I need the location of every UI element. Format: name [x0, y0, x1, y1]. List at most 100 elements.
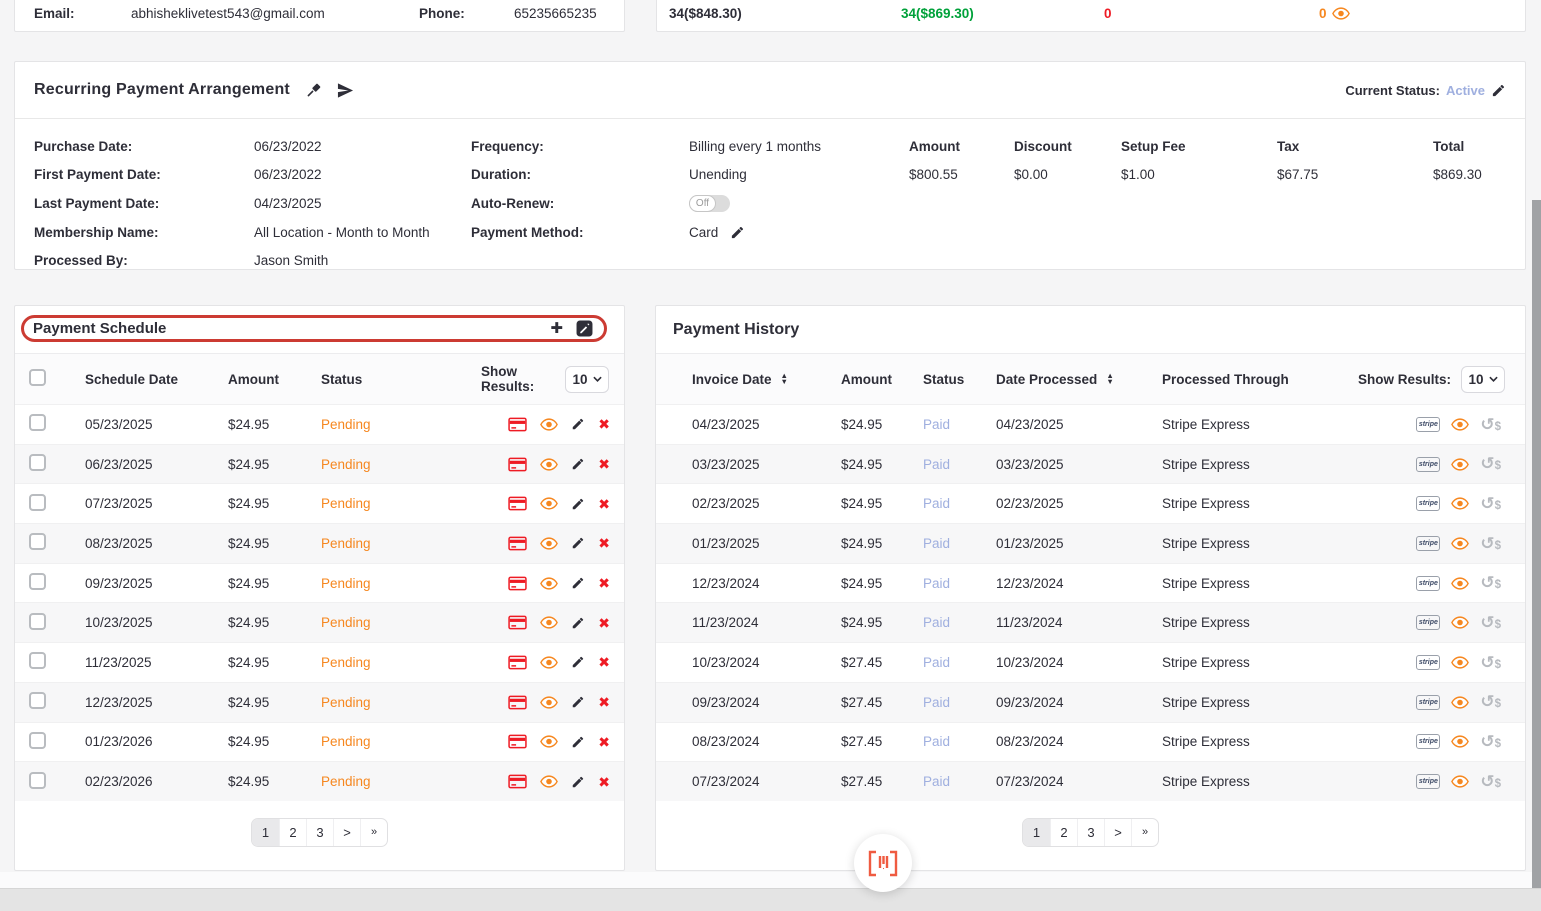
delete-icon[interactable]: ✖ — [598, 417, 610, 431]
delete-icon[interactable]: ✖ — [598, 735, 610, 749]
view-icon[interactable] — [1451, 775, 1469, 788]
view-icon[interactable] — [540, 418, 558, 431]
view-icon[interactable] — [540, 696, 558, 709]
edit-payment-method-icon[interactable] — [730, 225, 745, 240]
edit-icon[interactable] — [571, 536, 585, 550]
view-icon[interactable] — [1451, 497, 1469, 510]
page-button[interactable]: > — [333, 819, 360, 846]
row-checkbox[interactable] — [29, 613, 46, 630]
charge-card-icon[interactable] — [508, 457, 527, 472]
delete-icon[interactable]: ✖ — [598, 695, 610, 709]
refund-icon[interactable]: ↺$ — [1480, 416, 1501, 434]
page-button[interactable]: 3 — [306, 819, 333, 846]
page-button[interactable]: 1 — [252, 819, 279, 846]
edit-schedule-icon[interactable] — [576, 320, 593, 337]
edit-icon[interactable] — [571, 655, 585, 669]
page-button[interactable]: 2 — [1050, 819, 1077, 846]
stripe-icon[interactable]: stripe — [1416, 496, 1440, 511]
charge-card-icon[interactable] — [508, 496, 527, 511]
charge-card-icon[interactable] — [508, 576, 527, 591]
stripe-icon[interactable]: stripe — [1416, 417, 1440, 432]
view-icon[interactable] — [1451, 418, 1469, 431]
delete-icon[interactable]: ✖ — [598, 497, 610, 511]
show-results-select[interactable]: 10 — [1461, 366, 1505, 393]
view-icon[interactable] — [1451, 577, 1469, 590]
view-icon[interactable] — [1451, 458, 1469, 471]
page-button[interactable]: 3 — [1077, 819, 1104, 846]
edit-icon[interactable] — [571, 417, 585, 431]
edit-icon[interactable] — [571, 616, 585, 630]
view-icon[interactable] — [540, 656, 558, 669]
row-checkbox[interactable] — [29, 414, 46, 431]
view-icon[interactable] — [540, 577, 558, 590]
show-results-select[interactable]: 10 — [565, 366, 609, 393]
charge-card-icon[interactable] — [508, 655, 527, 670]
edit-icon[interactable] — [571, 695, 585, 709]
view-icon[interactable] — [1451, 696, 1469, 709]
delete-icon[interactable]: ✖ — [598, 536, 610, 550]
page-button[interactable]: » — [1131, 819, 1158, 846]
row-checkbox[interactable] — [29, 533, 46, 550]
charge-card-icon[interactable] — [508, 536, 527, 551]
stripe-icon[interactable]: stripe — [1416, 734, 1440, 749]
refund-icon[interactable]: ↺$ — [1480, 773, 1501, 791]
page-button[interactable]: » — [360, 819, 387, 846]
view-icon[interactable] — [540, 775, 558, 788]
select-all-checkbox[interactable] — [29, 369, 46, 386]
charge-card-icon[interactable] — [508, 734, 527, 749]
gavel-icon[interactable] — [305, 82, 322, 99]
sort-icon[interactable]: ▲▼ — [1106, 373, 1113, 386]
refund-icon[interactable]: ↺$ — [1480, 693, 1501, 711]
row-checkbox[interactable] — [29, 454, 46, 471]
page-button[interactable]: > — [1104, 819, 1131, 846]
row-checkbox[interactable] — [29, 652, 46, 669]
stripe-icon[interactable]: stripe — [1416, 576, 1440, 591]
refund-icon[interactable]: ↺$ — [1480, 733, 1501, 751]
edit-icon[interactable] — [571, 775, 585, 789]
stripe-icon[interactable]: stripe — [1416, 536, 1440, 551]
view-icon[interactable] — [1451, 735, 1469, 748]
view-icon[interactable] — [540, 735, 558, 748]
delete-icon[interactable]: ✖ — [598, 616, 610, 630]
view-icon[interactable] — [540, 497, 558, 510]
sort-icon[interactable]: ▲▼ — [781, 373, 788, 386]
edit-icon[interactable] — [571, 497, 585, 511]
scrollbar-thumb[interactable] — [1532, 200, 1541, 888]
charge-card-icon[interactable] — [508, 695, 527, 710]
stripe-icon[interactable]: stripe — [1416, 774, 1440, 789]
eye-icon[interactable] — [1332, 7, 1350, 20]
charge-card-icon[interactable] — [508, 774, 527, 789]
row-checkbox[interactable] — [29, 573, 46, 590]
stripe-icon[interactable]: stripe — [1416, 655, 1440, 670]
delete-icon[interactable]: ✖ — [598, 655, 610, 669]
stripe-icon[interactable]: stripe — [1416, 457, 1440, 472]
stripe-icon[interactable]: stripe — [1416, 615, 1440, 630]
edit-icon[interactable] — [571, 735, 585, 749]
refund-icon[interactable]: ↺$ — [1480, 654, 1501, 672]
refund-icon[interactable]: ↺$ — [1480, 535, 1501, 553]
edit-icon[interactable] — [571, 576, 585, 590]
refund-icon[interactable]: ↺$ — [1480, 574, 1501, 592]
row-checkbox[interactable] — [29, 692, 46, 709]
refund-icon[interactable]: ↺$ — [1480, 614, 1501, 632]
delete-icon[interactable]: ✖ — [598, 775, 610, 789]
refund-icon[interactable]: ↺$ — [1480, 455, 1501, 473]
view-icon[interactable] — [1451, 656, 1469, 669]
delete-icon[interactable]: ✖ — [598, 576, 610, 590]
view-icon[interactable] — [540, 458, 558, 471]
page-button[interactable]: 2 — [279, 819, 306, 846]
view-icon[interactable] — [1451, 537, 1469, 550]
refund-icon[interactable]: ↺$ — [1480, 495, 1501, 513]
stripe-icon[interactable]: stripe — [1416, 695, 1440, 710]
row-checkbox[interactable] — [29, 772, 46, 789]
charge-card-icon[interactable] — [508, 615, 527, 630]
row-checkbox[interactable] — [29, 494, 46, 511]
edit-status-icon[interactable] — [1491, 83, 1506, 98]
auto-renew-toggle[interactable]: Off — [689, 195, 730, 212]
page-button[interactable]: 1 — [1023, 819, 1050, 846]
add-schedule-icon[interactable]: ✚ — [550, 321, 563, 336]
barcode-scan-button[interactable] — [854, 834, 912, 892]
edit-icon[interactable] — [571, 457, 585, 471]
view-icon[interactable] — [540, 537, 558, 550]
view-icon[interactable] — [1451, 616, 1469, 629]
